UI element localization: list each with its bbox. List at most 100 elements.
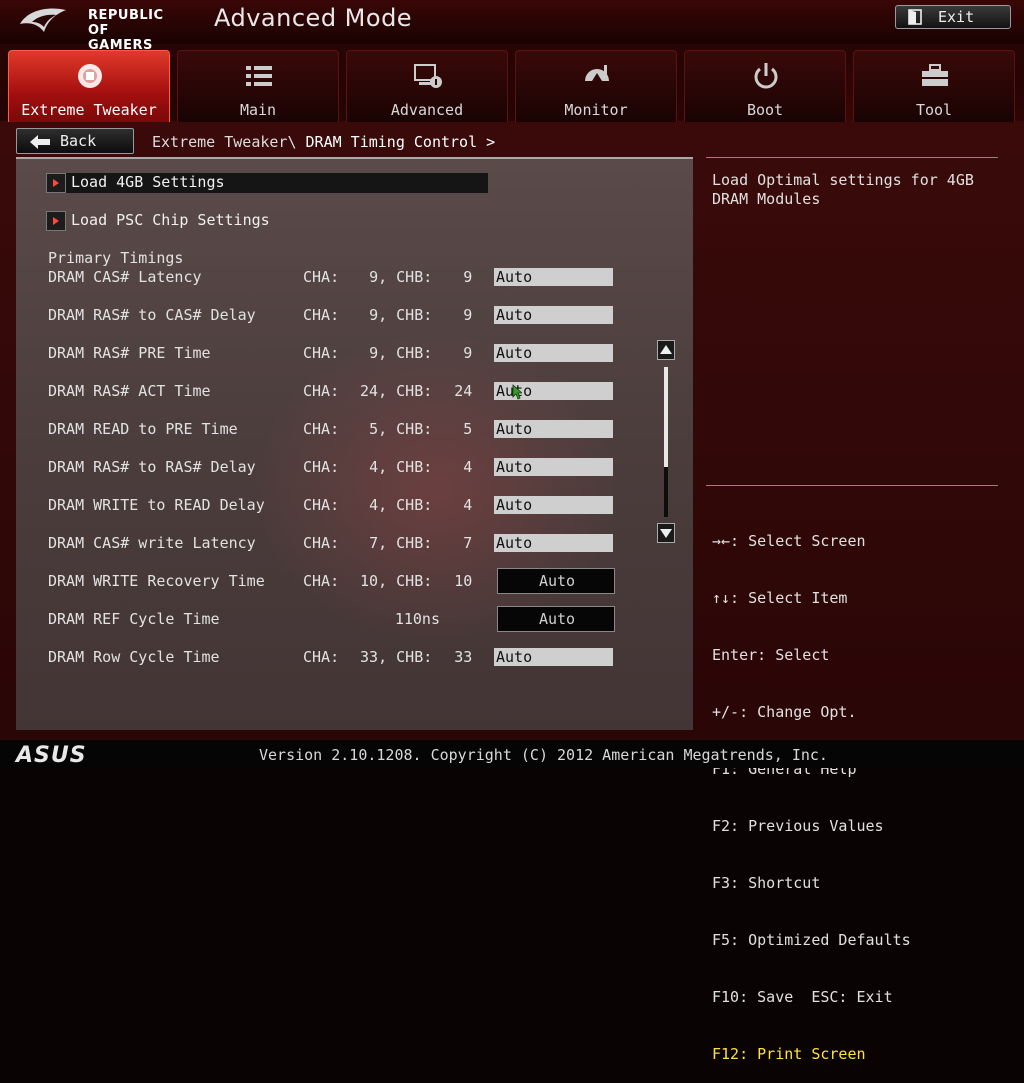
cha-label: CHA:	[303, 306, 340, 324]
channel-values: CHA: 33, CHB: 33	[303, 648, 472, 666]
tab-boot[interactable]: Boot	[684, 50, 846, 122]
chb-label: CHB:	[396, 496, 433, 514]
asus-logo: ASUS	[16, 743, 87, 768]
tab-monitor[interactable]: Monitor	[515, 50, 677, 122]
back-button[interactable]: Back	[16, 128, 134, 154]
timing-label: DRAM CAS# Latency	[48, 268, 202, 286]
key-legend: →←: Select Screen ↑↓: Select Item Enter:…	[712, 494, 911, 1083]
section-heading: Primary Timings	[48, 249, 184, 267]
tweaker-icon	[78, 64, 102, 88]
breadcrumb-parent[interactable]: Extreme Tweaker\	[152, 133, 297, 151]
key-hint: +/-: Change Opt.	[712, 703, 857, 721]
cha-label: CHA:	[303, 268, 340, 286]
breadcrumb: Extreme Tweaker\ DRAM Timing Control >	[152, 133, 495, 151]
key-hint: →←: Select Screen	[712, 532, 866, 550]
cha-value: 4,	[369, 458, 388, 476]
scroll-down-button[interactable]	[657, 523, 675, 543]
chb-value: 5	[463, 420, 473, 438]
toolbox-icon	[922, 64, 948, 86]
chb-label: CHB:	[396, 572, 433, 590]
triangle-down-icon	[660, 529, 672, 538]
key-hint: F3: Shortcut	[712, 874, 821, 892]
tab-extreme-tweaker[interactable]: Extreme Tweaker	[8, 50, 170, 122]
cha-value: 10,	[360, 572, 388, 590]
tab-main[interactable]: Main	[177, 50, 339, 122]
chb-value: 24	[454, 382, 473, 400]
tab-tool[interactable]: Tool	[853, 50, 1015, 122]
chb-value: 9	[463, 268, 473, 286]
back-arrow-icon	[30, 135, 50, 149]
cha-label: CHA:	[303, 648, 340, 666]
chb-label: CHB:	[396, 420, 433, 438]
cha-label: CHA:	[303, 496, 340, 514]
timing-value-field[interactable]: Auto	[494, 420, 613, 438]
timing-value-field[interactable]: Auto	[494, 306, 613, 324]
rog-eye-icon	[20, 8, 66, 33]
settings-panel: Load 4GB Settings Load PSC Chip Settings…	[16, 157, 693, 730]
chb-label: CHB:	[396, 534, 433, 552]
help-divider-top	[706, 157, 998, 158]
tab-advanced[interactable]: Advanced	[346, 50, 508, 122]
timing-label: DRAM RAS# ACT Time	[48, 382, 211, 400]
chb-value: 10	[454, 572, 473, 590]
chb-label: CHB:	[396, 648, 433, 666]
timing-value-field[interactable]: Auto	[494, 344, 613, 362]
channel-values: CHA: 5, CHB: 5	[303, 420, 472, 438]
chb-value: 9	[463, 344, 473, 362]
cha-label: CHA:	[303, 572, 340, 590]
timing-label: DRAM WRITE Recovery Time	[48, 572, 265, 590]
help-description: Load Optimal settings for 4GB DRAM Modul…	[712, 171, 974, 208]
key-hint: Enter: Select	[712, 646, 830, 664]
triangle-up-icon	[660, 345, 672, 354]
load-4gb-settings-link[interactable]: Load 4GB Settings	[46, 173, 488, 193]
chb-label: CHB:	[396, 268, 433, 286]
channel-values: CHA: 4, CHB: 4	[303, 496, 472, 514]
exit-door-icon	[908, 9, 922, 25]
timing-value-field[interactable]: Auto	[494, 458, 613, 476]
timing-label: DRAM RAS# to RAS# Delay	[48, 458, 256, 476]
list-icon	[246, 66, 272, 86]
channel-values: CHA: 9, CHB: 9	[303, 344, 472, 362]
cha-value: 9,	[369, 268, 388, 286]
exit-button[interactable]: Exit	[895, 5, 1011, 29]
key-hint: F10: Save ESC: Exit	[712, 988, 893, 1006]
rog-text: REPUBLIC OF GAMERS	[88, 8, 164, 53]
timing-label: DRAM RAS# to CAS# Delay	[48, 306, 256, 324]
cha-value: 9,	[369, 344, 388, 362]
cha-label: CHA:	[303, 420, 340, 438]
timing-value-field[interactable]: Auto	[494, 268, 613, 286]
power-icon	[754, 63, 778, 89]
timing-value-field[interactable]: Auto	[494, 648, 613, 666]
chb-label: CHB:	[396, 306, 433, 324]
cha-value: 5,	[369, 420, 388, 438]
cha-value: 4,	[369, 496, 388, 514]
key-hint: F5: Optimized Defaults	[712, 931, 911, 949]
chb-label: CHB:	[396, 458, 433, 476]
timing-value-field[interactable]: Auto	[497, 568, 615, 594]
timing-label: DRAM RAS# PRE Time	[48, 344, 211, 362]
scroll-up-button[interactable]	[657, 340, 675, 360]
timing-value-field[interactable]: Auto	[494, 534, 613, 552]
rog-logo: REPUBLIC OF GAMERS	[18, 4, 188, 53]
chb-value: 4	[463, 496, 473, 514]
chb-value: 33	[454, 648, 473, 666]
channel-values: CHA: 24, CHB: 24	[303, 382, 472, 400]
cha-label: CHA:	[303, 458, 340, 476]
cha-value: 33,	[360, 648, 388, 666]
chevron-right-icon	[46, 211, 66, 231]
channel-values: CHA: 9, CHB: 9	[303, 268, 472, 286]
scrollbar-thumb[interactable]	[664, 367, 668, 467]
timing-value-field[interactable]: Auto	[494, 496, 613, 514]
chb-value: 9	[463, 306, 473, 324]
top-bar: REPUBLIC OF GAMERS Advanced Mode Exit	[0, 0, 1024, 53]
chb-label: CHB:	[396, 382, 433, 400]
timing-value-field[interactable]: Auto	[497, 606, 615, 632]
timing-current-value: 110ns	[394, 610, 440, 628]
chb-value: 4	[463, 458, 473, 476]
page-title: Advanced Mode	[214, 4, 413, 32]
timing-label: DRAM CAS# write Latency	[48, 534, 256, 552]
help-divider-mid	[706, 485, 998, 486]
cha-label: CHA:	[303, 534, 340, 552]
timing-label: DRAM Row Cycle Time	[48, 648, 220, 666]
cha-label: CHA:	[303, 344, 340, 362]
